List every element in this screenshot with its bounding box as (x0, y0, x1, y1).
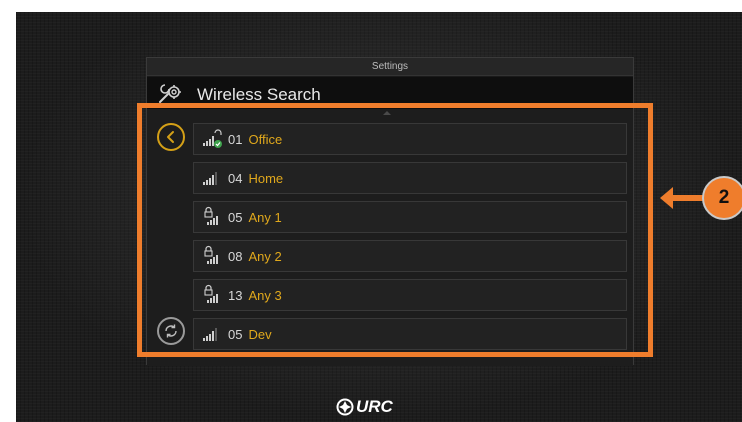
tools-icon (159, 84, 181, 103)
page-title: Wireless Search (197, 85, 321, 104)
urc-logo-icon (336, 398, 354, 416)
callout-number: 2 (702, 176, 742, 220)
panel-title: Settings (147, 58, 633, 76)
brand-wordmark: URC (356, 397, 393, 416)
brand-logo: URC (336, 396, 393, 418)
highlight-frame (137, 103, 653, 357)
annotation-callout: 2 (660, 176, 742, 220)
